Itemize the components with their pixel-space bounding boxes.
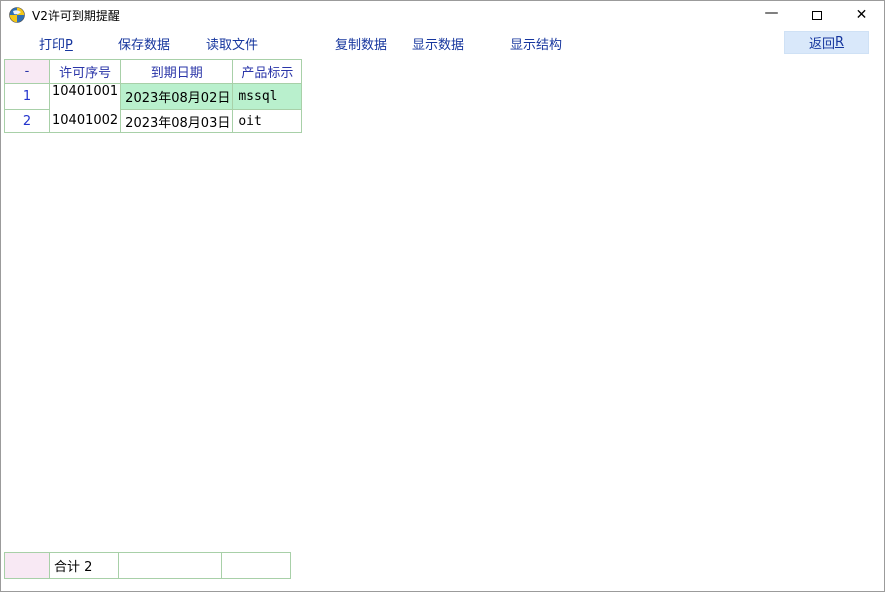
back-button[interactable]: 返回R	[784, 31, 869, 54]
menu-item-print[interactable]: 打印P	[39, 34, 73, 53]
grid-header-serial: 许可序号	[50, 60, 121, 84]
titlebar: V2许可到期提醒 — ✕	[1, 1, 884, 29]
grid-corner-header: -	[5, 60, 50, 84]
minimize-button[interactable]: —	[749, 1, 794, 29]
grid-header-product: 产品标示	[233, 60, 302, 84]
row-index-cell[interactable]: 1	[5, 84, 50, 110]
serial-cell[interactable]: 10401002	[50, 110, 121, 133]
close-button[interactable]: ✕	[839, 1, 884, 29]
totals-row: 合计 2	[5, 553, 291, 579]
menu-item-copy-data[interactable]: 复制数据	[335, 34, 387, 53]
minimize-icon: —	[765, 5, 779, 21]
menu-item-show-structure[interactable]: 显示结构	[510, 34, 562, 53]
app-window: V2许可到期提醒 — ✕ 打印P 保存数据 读取文件 复制数据 显示数据 显示结…	[0, 0, 885, 592]
app-icon	[9, 7, 26, 23]
window-controls: — ✕	[749, 1, 884, 29]
table-row: 2 10401002 2023年08月03日 oit	[5, 110, 302, 133]
totals-corner-cell	[5, 553, 50, 579]
license-grid: - 许可序号 到期日期 产品标示 1 10401001 2023年08月02日 …	[4, 59, 302, 133]
expiry-cell[interactable]: 2023年08月03日	[121, 110, 233, 133]
window-title: V2许可到期提醒	[32, 7, 120, 24]
grid-header-expiry: 到期日期	[121, 60, 233, 84]
product-cell[interactable]: oit	[233, 110, 302, 133]
table-row: 1 10401001 2023年08月02日 mssql	[5, 84, 302, 110]
maximize-button[interactable]	[794, 1, 839, 29]
serial-cell[interactable]: 10401001	[50, 84, 121, 110]
menu-item-read-file[interactable]: 读取文件	[206, 34, 258, 53]
menu-item-save-data[interactable]: 保存数据	[118, 34, 170, 53]
row-index-cell[interactable]: 2	[5, 110, 50, 133]
totals-empty-cell	[119, 553, 222, 579]
totals-grid: 合计 2	[4, 552, 291, 579]
grid-header-row: - 许可序号 到期日期 产品标示	[5, 60, 302, 84]
total-count-cell: 合计 2	[50, 553, 119, 579]
totals-empty-cell	[222, 553, 291, 579]
expiry-cell[interactable]: 2023年08月02日	[121, 84, 233, 110]
toolbar: 打印P 保存数据 读取文件 复制数据 显示数据 显示结构 返回R	[1, 29, 884, 57]
maximize-icon	[812, 11, 822, 20]
close-icon: ✕	[856, 7, 868, 23]
product-cell[interactable]: mssql	[233, 84, 302, 110]
menu-item-show-data[interactable]: 显示数据	[412, 34, 464, 53]
